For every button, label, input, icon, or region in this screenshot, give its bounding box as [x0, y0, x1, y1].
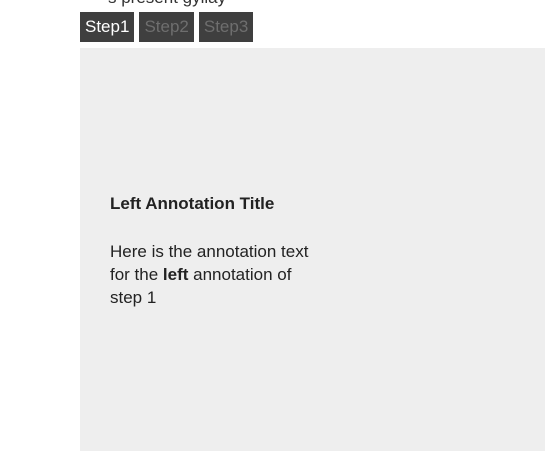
- left-annotation: Left Annotation Title Here is the annota…: [110, 193, 310, 309]
- annotation-title: Left Annotation Title: [110, 194, 275, 213]
- annotation-body-bold: left: [162, 265, 189, 284]
- step-tab-1[interactable]: Step1: [80, 12, 135, 42]
- step-tab-3[interactable]: Step3: [198, 12, 254, 42]
- step-navigation: Step1 Step2 Step3: [80, 12, 254, 42]
- annotation-body: Here is the annotation text for the left…: [110, 240, 310, 309]
- clipped-header-text: s present gyllay: [108, 0, 226, 8]
- page-root: s present gyllay Step1 Step2 Step3 Left …: [0, 0, 545, 451]
- step-tab-2[interactable]: Step2: [139, 12, 194, 42]
- step-content-panel: Left Annotation Title Here is the annota…: [80, 48, 545, 451]
